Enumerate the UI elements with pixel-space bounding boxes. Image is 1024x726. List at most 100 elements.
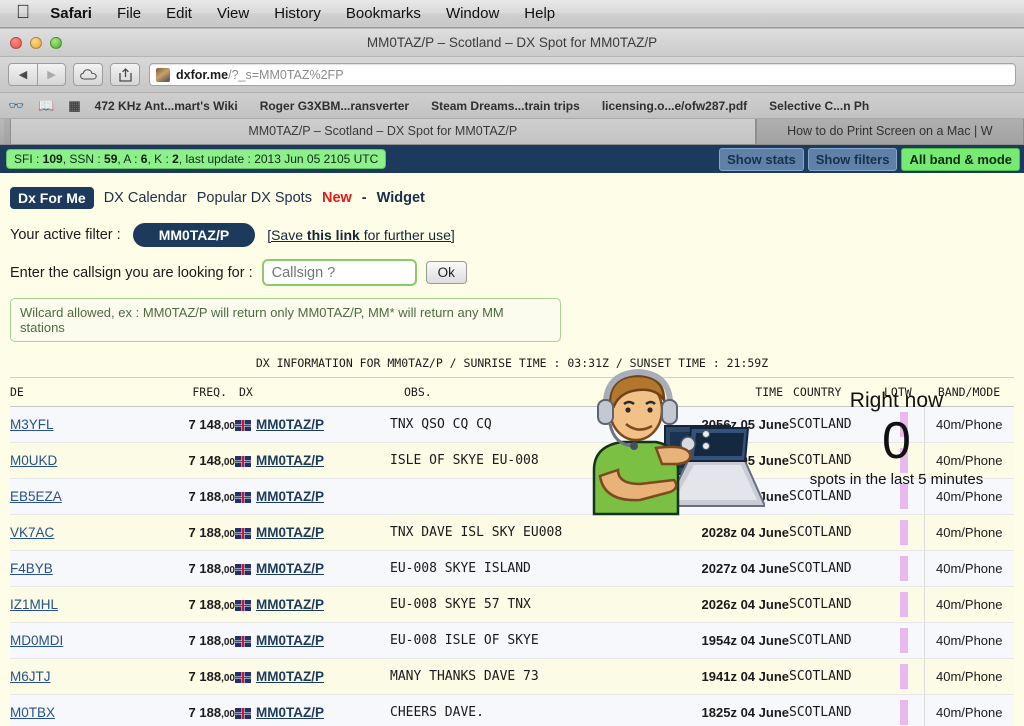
forward-button[interactable]: ▶ [37,64,65,85]
cell-dx: MM0TAZ/P [235,694,390,726]
de-callsign-link[interactable]: M0UKD [10,453,57,468]
status-bar-actions: Show stats Show filters All band & mode [719,147,1020,171]
uk-flag-icon [235,672,251,684]
cloud-icon [79,69,97,80]
zoom-window-button[interactable] [50,36,62,49]
bookmark-item-5[interactable]: Selective C...n Ph [769,99,869,113]
share-icon [118,67,132,82]
k-label: , K : [147,152,173,166]
dx-callsign-link[interactable]: MM0TAZ/P [256,453,324,468]
column-header-freq[interactable]: FREQ. [140,378,235,407]
reader-glasses-icon[interactable]: 👓 [8,98,24,114]
active-filter-chip: MM0TAZ/P [132,223,256,247]
column-header-dx[interactable]: DX [235,378,390,407]
cell-time: 1941z 04 June [674,658,789,695]
ok-button[interactable]: Ok [425,261,467,284]
lotw-indicator [899,700,908,725]
freq-int: 7 148 [188,453,222,468]
radio-operator-illustration [592,368,765,516]
cell-obs: MANY THANKS DAVE 73 [390,658,674,695]
nav-tab-dx-for-me[interactable]: Dx For Me [10,187,94,209]
back-button[interactable]: ◀ [9,64,37,85]
cell-obs: EU-008 ISLE OF SKYE [390,622,674,659]
dx-callsign-link[interactable]: MM0TAZ/P [256,633,324,648]
nav-link-dx-calendar[interactable]: DX Calendar [104,190,187,206]
table-row: M6JTJ 7 188,00 MM0TAZ/P MANY THANKS DAVE 73… [10,658,1014,695]
icloud-tabs-button[interactable] [73,63,103,86]
browser-tab-inactive[interactable]: How to do Print Screen on a Mac | W [755,119,1024,144]
cell-country: SCOTLAND [789,586,884,623]
cell-lotw [884,550,924,587]
de-callsign-link[interactable]: VK7AC [10,525,54,540]
dx-callsign-link[interactable]: MM0TAZ/P [256,525,324,540]
show-stats-button[interactable]: Show stats [719,147,804,171]
cell-time: 1954z 04 June [674,622,789,659]
share-button[interactable] [110,63,140,86]
cell-dx: MM0TAZ/P [235,622,390,659]
menu-item-file[interactable]: File [117,5,141,22]
uk-flag-icon [235,492,251,504]
menu-item-view[interactable]: View [217,5,249,22]
bookmark-item-4[interactable]: licensing.o...e/ofw287.pdf [602,99,747,113]
cell-de: M3YFL [10,406,140,443]
uk-flag-icon [235,528,251,540]
de-callsign-link[interactable]: M0TBX [10,705,55,720]
dx-callsign-link[interactable]: MM0TAZ/P [256,705,324,720]
freq-int: 7 188 [188,489,222,504]
freq-dec: ,00 [221,565,235,576]
de-callsign-link[interactable]: M3YFL [10,417,54,432]
menu-item-help[interactable]: Help [524,5,555,22]
de-callsign-link[interactable]: IZ1MHL [10,597,58,612]
all-band-mode-button[interactable]: All band & mode [901,147,1020,171]
callsign-search-label: Enter the callsign you are looking for : [10,264,253,281]
freq-dec: ,00 [221,457,235,468]
column-header-de[interactable]: DE [10,378,140,407]
table-row: F4BYB 7 188,00 MM0TAZ/P EU-008 SKYE ISLAND 2… [10,550,1014,587]
dx-callsign-link[interactable]: MM0TAZ/P [256,417,324,432]
nav-link-widget[interactable]: Widget [377,190,425,206]
table-row: IZ1MHL 7 188,00 MM0TAZ/P EU-008 SKYE 57 TNX… [10,586,1014,623]
cell-freq: 7 148,00 [140,442,235,479]
safari-window: MM0TAZ/P – Scotland – DX Spot for MM0TAZ… [0,28,1024,726]
cell-obs: EU-008 SKYE 57 TNX [390,586,674,623]
bookmarks-bar: 👓 📖 ▦ 472 KHz Ant...mart's Wiki Roger G3… [0,93,1024,119]
de-callsign-link[interactable]: MD0MDI [10,633,63,648]
show-filters-button[interactable]: Show filters [807,147,898,171]
menu-item-window[interactable]: Window [446,5,499,22]
grid-icon[interactable]: ▦ [68,98,80,114]
de-callsign-link[interactable]: M6JTJ [10,669,51,684]
apple-logo-icon[interactable]:  [16,3,30,22]
dx-callsign-link[interactable]: MM0TAZ/P [256,561,324,576]
dx-callsign-link[interactable]: MM0TAZ/P [256,669,324,684]
cell-freq: 7 148,00 [140,406,235,443]
right-now-count: 0 [882,411,911,470]
dx-callsign-link[interactable]: MM0TAZ/P [256,489,324,504]
freq-int: 7 188 [188,669,222,684]
menu-item-bookmarks[interactable]: Bookmarks [346,5,421,22]
menu-item-safari[interactable]: Safari [50,5,92,22]
cell-freq: 7 188,00 [140,586,235,623]
book-icon[interactable]: 📖 [38,98,54,114]
dx-callsign-link[interactable]: MM0TAZ/P [256,597,324,612]
menu-item-history[interactable]: History [274,5,321,22]
browser-tab-active[interactable]: MM0TAZ/P – Scotland – DX Spot for MM0TAZ… [9,119,756,144]
bookmark-item-3[interactable]: Steam Dreams...train trips [431,99,580,113]
de-callsign-link[interactable]: F4BYB [10,561,53,576]
close-window-button[interactable] [10,36,22,49]
freq-dec: ,00 [221,673,235,684]
search-input[interactable] [261,259,417,286]
de-callsign-link[interactable]: EB5EZA [10,489,62,504]
cell-lotw [884,622,924,659]
active-filter-row: Your active filter : MM0TAZ/P [Save this… [0,215,1024,247]
save-link[interactable]: [Save this link for further use] [267,227,455,243]
solar-indices-badge: SFI : 109, SSN : 59, A : 6, K : 2, last … [6,149,387,169]
minimize-window-button[interactable] [30,36,42,49]
address-bar[interactable]: dxfor.me /?_s=MM0TAZ%2FP [149,63,1016,86]
bookmark-item-1[interactable]: 472 KHz Ant...mart's Wiki [95,99,238,113]
cell-freq: 7 188,00 [140,550,235,587]
menu-item-edit[interactable]: Edit [166,5,192,22]
lotw-indicator [899,664,908,689]
nav-link-popular-dx-spots[interactable]: Popular DX Spots [197,190,312,206]
save-link-prefix: [Save [267,227,307,243]
bookmark-item-2[interactable]: Roger G3XBM...ransverter [260,99,409,113]
